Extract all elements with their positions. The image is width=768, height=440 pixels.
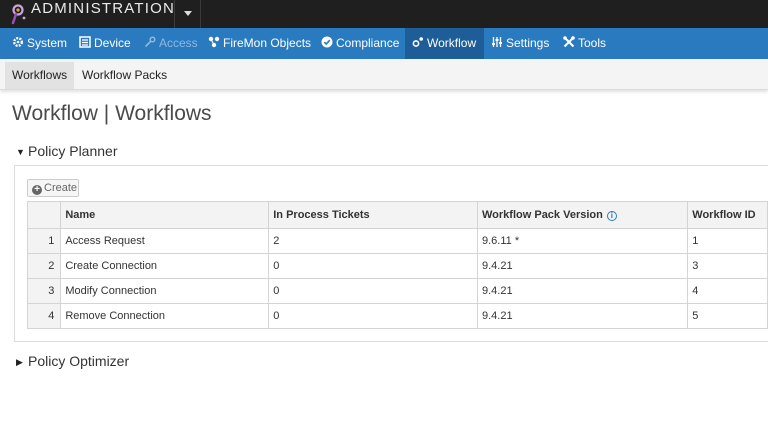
sliders-icon	[491, 29, 503, 47]
column-header-workflow-id[interactable]: Workflow ID	[687, 201, 768, 229]
nav-item-access[interactable]: Access	[138, 28, 204, 59]
caret-right-icon: ▶	[16, 357, 23, 367]
workflow-pack-version: 9.4.21	[476, 253, 689, 279]
workflow-pack-version: 9.4.21	[476, 278, 689, 304]
row-index: 1	[26, 228, 62, 254]
workflow-id: 1	[687, 228, 768, 254]
tab-workflows[interactable]: Workflows	[5, 62, 75, 89]
section-title: Policy Optimizer	[28, 353, 130, 369]
key-icon	[144, 29, 156, 48]
top-bar: ADMINISTRATION	[0, 0, 768, 28]
app-logo-icon	[9, 3, 29, 25]
app-title: ADMINISTRATION	[31, 0, 176, 17]
list-icon	[79, 29, 91, 48]
workflow-pack-version: 9.4.21	[476, 303, 689, 329]
section-title: Policy Planner	[28, 143, 118, 159]
caret-down-icon: ▼	[16, 147, 25, 157]
check-circle-icon	[321, 29, 333, 48]
column-header-index	[26, 201, 62, 229]
table-row[interactable]: 2 Create Connection 0 9.4.21 3	[26, 253, 768, 279]
tools-icon	[563, 29, 575, 48]
in-process-tickets: 0	[268, 303, 478, 329]
table-header-row: Name In Process Tickets Workflow Pack Ve…	[26, 201, 768, 229]
info-icon[interactable]: i	[606, 211, 617, 221]
tab-workflow-packs[interactable]: Workflow Packs	[75, 62, 174, 89]
nav-item-settings[interactable]: Settings	[485, 28, 555, 59]
section-toggle-policy-planner[interactable]: ▼ Policy Planner	[16, 142, 118, 160]
row-index: 3	[26, 278, 62, 304]
row-index: 4	[26, 303, 62, 329]
in-process-tickets: 0	[268, 253, 478, 279]
nav-item-tools[interactable]: Tools	[557, 28, 612, 59]
nav-item-system[interactable]: System	[6, 28, 73, 59]
row-index: 2	[26, 253, 62, 279]
gear-icon	[12, 29, 24, 47]
app-menu-dropdown[interactable]	[174, 0, 201, 28]
workflow-name[interactable]: Access Request	[60, 228, 270, 254]
plus-circle-icon: +	[32, 185, 42, 195]
objects-icon	[208, 29, 220, 48]
column-header-workflow-pack-version[interactable]: Workflow Pack Version i	[476, 201, 689, 229]
workflow-icon	[412, 29, 424, 47]
column-header-name[interactable]: Name	[60, 201, 270, 229]
nav-item-workflow[interactable]: Workflow	[405, 28, 485, 59]
main-nav: System Device Access FireMon Objects Com…	[0, 28, 768, 59]
nav-item-compliance[interactable]: Compliance	[315, 28, 405, 59]
workflow-pack-version: 9.6.11 *	[476, 228, 689, 254]
section-toggle-policy-optimizer[interactable]: ▶ Policy Optimizer	[16, 352, 129, 370]
workflow-name[interactable]: Modify Connection	[60, 278, 270, 304]
page-title: Workflow | Workflows	[12, 102, 212, 125]
workflows-table: Name In Process Tickets Workflow Pack Ve…	[26, 201, 768, 329]
table-row[interactable]: 3 Modify Connection 0 9.4.21 4	[26, 278, 768, 304]
caret-down-icon	[184, 11, 192, 16]
nav-item-device[interactable]: Device	[73, 28, 137, 59]
table-row[interactable]: 4 Remove Connection 0 9.4.21 5	[26, 303, 768, 329]
workflow-id: 4	[687, 278, 768, 304]
workflow-name[interactable]: Create Connection	[60, 253, 270, 279]
workflow-id: 5	[687, 303, 768, 329]
table-row[interactable]: 1 Access Request 2 9.6.11 * 1	[26, 228, 768, 254]
create-button[interactable]: + Create	[27, 179, 79, 197]
workflow-name[interactable]: Remove Connection	[60, 303, 270, 329]
nav-item-firemon-objects[interactable]: FireMon Objects	[202, 28, 317, 59]
sub-nav: Workflows Workflow Packs	[0, 59, 768, 90]
column-header-in-process-tickets[interactable]: In Process Tickets	[268, 201, 478, 229]
workflow-id: 3	[687, 253, 768, 279]
in-process-tickets: 0	[268, 278, 478, 304]
in-process-tickets: 2	[268, 228, 478, 254]
